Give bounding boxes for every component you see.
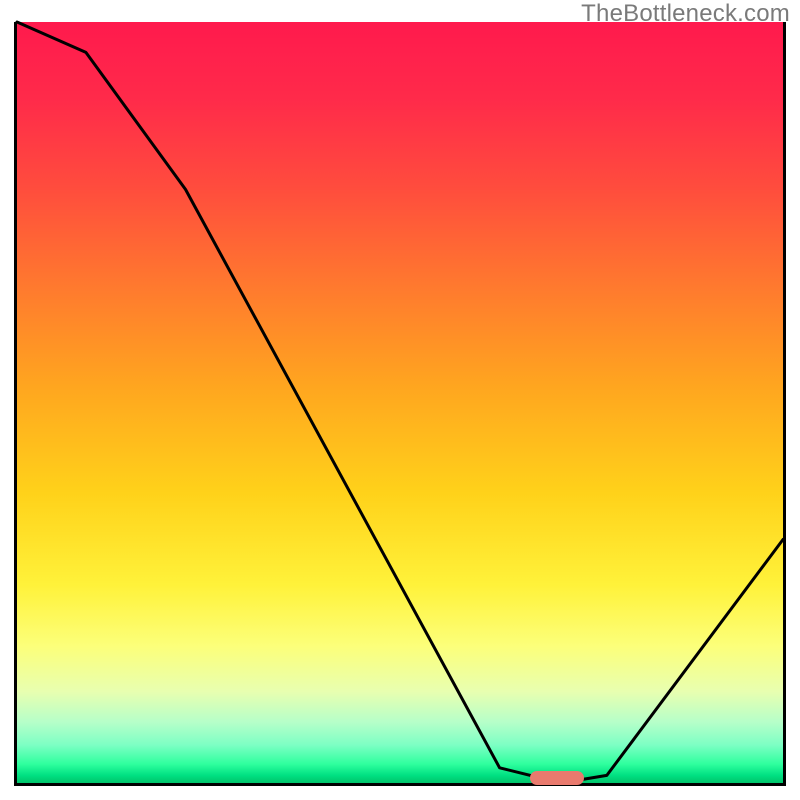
chart-curve-svg <box>17 22 783 783</box>
bottleneck-curve-path <box>17 22 783 783</box>
optimal-range-marker <box>530 771 584 785</box>
chart-frame <box>14 22 786 786</box>
